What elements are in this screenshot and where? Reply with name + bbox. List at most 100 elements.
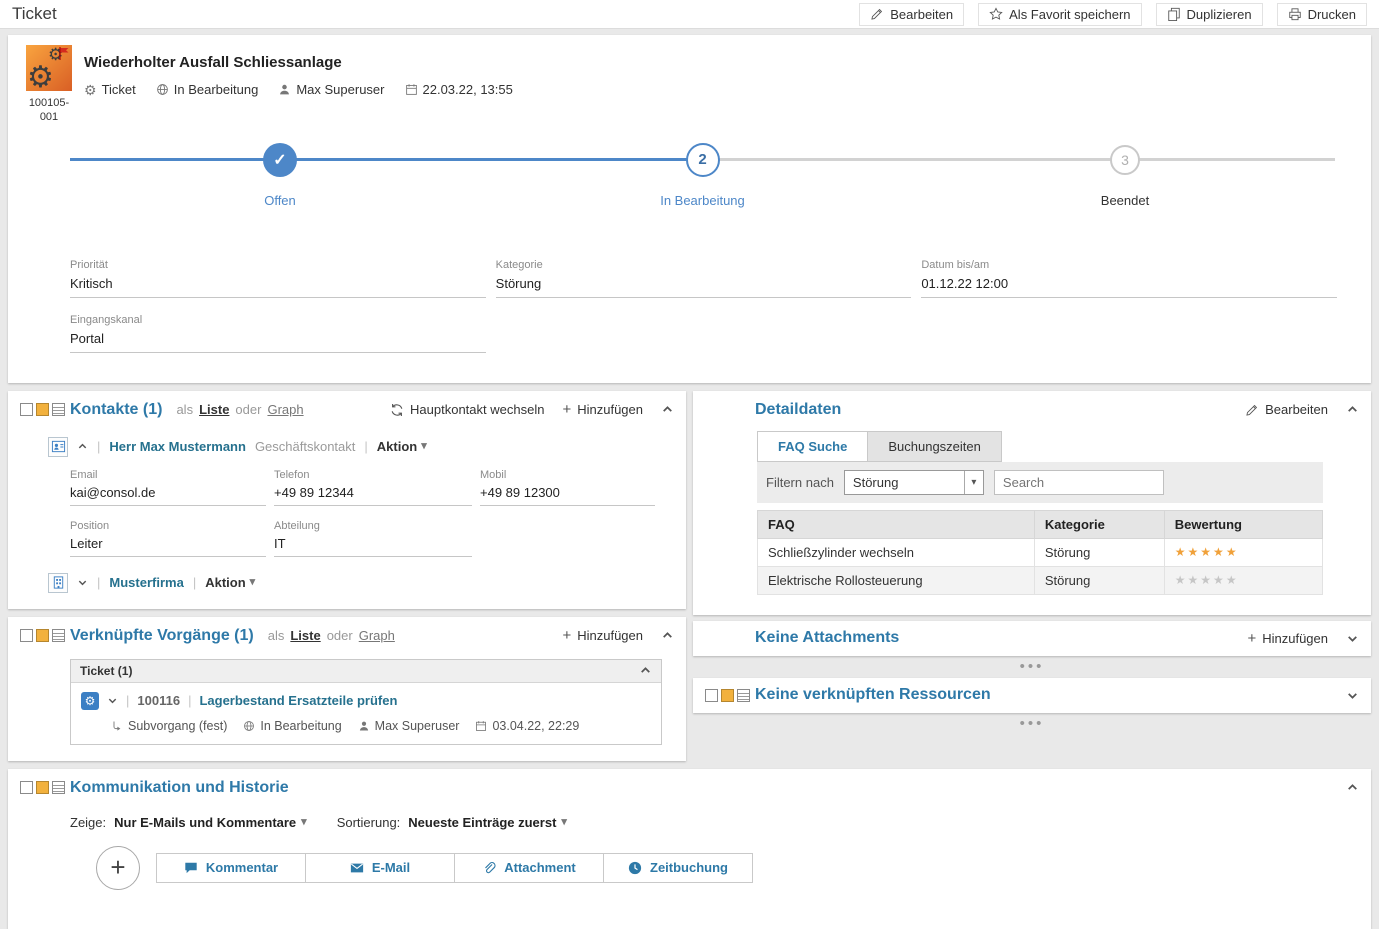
panel-icons	[20, 781, 70, 794]
add-contact-button[interactable]: + Hinzufügen	[562, 402, 643, 417]
view-list-link[interactable]: Liste	[199, 402, 229, 417]
show-label: Zeige:	[70, 815, 106, 830]
faq-row[interactable]: Schließzylinder wechseln Störung ★★★★★	[758, 538, 1323, 566]
filter-select-value: Störung	[853, 475, 899, 490]
show-filter-dropdown[interactable]: Nur E-Mails und Kommentare ▾	[114, 815, 307, 830]
collapse-linked-tickets-chevron[interactable]	[661, 629, 674, 642]
company-action-label: Aktion	[205, 575, 245, 590]
tab-faq-suche[interactable]: FAQ Suche	[757, 431, 868, 462]
or-label: oder	[235, 402, 261, 417]
chevron-up-icon	[1346, 403, 1359, 416]
person-icon	[358, 720, 370, 732]
edit-button-label: Bearbeiten	[890, 7, 953, 22]
communication-controls: Zeige: Nur E-Mails und Kommentare ▾ Sort…	[8, 807, 1371, 846]
expand-linked-ticket-chevron[interactable]	[107, 695, 118, 706]
chevron-up-icon	[661, 629, 674, 642]
faq-search-input[interactable]	[994, 470, 1164, 495]
as-label: als	[268, 628, 285, 643]
collapse-details-chevron[interactable]	[1346, 403, 1359, 416]
resize-handle[interactable]: •••	[693, 661, 1371, 673]
collapse-group-chevron[interactable]	[639, 664, 652, 677]
ticket-status-label: In Bearbeitung	[174, 82, 259, 97]
view-graph-link[interactable]: Graph	[359, 628, 395, 643]
chevron-up-icon	[661, 403, 674, 416]
faq-row[interactable]: Elektrische Rollosteuerung Störung ★★★★★	[758, 566, 1323, 594]
resources-card: Keine verknüpften Ressourcen	[693, 678, 1371, 713]
linked-relation: Subvorgang (fest)	[111, 719, 227, 733]
expand-resources-chevron[interactable]	[1346, 689, 1359, 702]
faq-column-header: FAQ	[758, 510, 1035, 538]
kategorie-cell: Störung	[1034, 566, 1164, 594]
sort-label: Sortierung:	[337, 815, 401, 830]
chevron-up-icon	[639, 664, 652, 677]
id-card-icon	[51, 439, 66, 454]
separator: |	[126, 693, 129, 708]
edit-details-button[interactable]: Bearbeiten	[1245, 402, 1328, 417]
plus-icon: +	[1247, 631, 1256, 646]
linked-assignee-label: Max Superuser	[375, 719, 460, 733]
linked-ticket-title-link[interactable]: Lagerbestand Ersatzteile prüfen	[199, 693, 397, 708]
linked-tickets-card: Verknüpfte Vorgänge (1) als Liste oder G…	[8, 617, 686, 761]
add-attachment-label: Hinzufügen	[1262, 631, 1328, 646]
step-circle-pending: 3	[1110, 145, 1140, 175]
contact-field-position: Position Leiter	[70, 520, 266, 557]
field-value: +49 89 12344	[274, 481, 472, 506]
view-list-link[interactable]: Liste	[290, 628, 320, 643]
view-graph-link[interactable]: Graph	[267, 402, 303, 417]
printer-icon	[1288, 7, 1302, 21]
faq-table-header-row: FAQ Kategorie Bewertung	[758, 510, 1323, 538]
linked-ticket-icon: ⚙	[81, 692, 99, 710]
rating-stars: ★★★★★	[1164, 566, 1322, 594]
field-label: Priorität	[70, 259, 486, 271]
filter-select[interactable]: Störung ▾	[844, 470, 984, 495]
field-kategorie: Kategorie Störung	[496, 259, 912, 298]
contact-action-menu[interactable]: Aktion ▾	[377, 439, 427, 454]
add-attachment-button[interactable]: + Hinzufügen	[1247, 631, 1328, 646]
show-filter-value: Nur E-Mails und Kommentare	[114, 815, 296, 830]
ticket-assignee: Max Superuser	[278, 82, 384, 97]
collapse-contact-chevron[interactable]	[77, 441, 88, 452]
favorite-button-label: Als Favorit speichern	[1009, 7, 1130, 22]
field-label: Mobil	[480, 469, 655, 481]
separator: |	[193, 575, 196, 590]
expand-company-chevron[interactable]	[77, 577, 88, 588]
print-button[interactable]: Drucken	[1277, 3, 1367, 26]
linked-date-label: 03.04.22, 22:29	[492, 719, 579, 733]
field-value: +49 89 12300	[480, 481, 655, 506]
collapse-contacts-chevron[interactable]	[661, 403, 674, 416]
field-value: IT	[274, 532, 472, 557]
workflow-stepper: ✓ Offen 2 In Bearbeitung 3 Beendet	[70, 143, 1335, 213]
favorite-button[interactable]: Als Favorit speichern	[978, 3, 1141, 26]
field-datum-bis-am: Datum bis/am 01.12.22 12:00	[921, 259, 1337, 298]
panel-icon	[52, 629, 65, 642]
resize-handle[interactable]: •••	[693, 718, 1371, 730]
sort-dropdown[interactable]: Neueste Einträge zuerst ▾	[408, 815, 567, 830]
linked-date: 03.04.22, 22:29	[475, 719, 579, 733]
switch-main-contact-button[interactable]: Hauptkontakt wechseln	[390, 402, 544, 417]
collapse-communication-chevron[interactable]	[1346, 781, 1359, 794]
contact-name-link[interactable]: Herr Max Mustermann	[109, 439, 246, 454]
ticket-id: 100105-001	[20, 96, 78, 125]
caret-down-icon: ▾	[421, 441, 427, 452]
add-linked-ticket-button[interactable]: + Hinzufügen	[562, 628, 643, 643]
company-row: | Musterfirma | Aktion ▾	[48, 573, 674, 593]
linked-ticket-row[interactable]: ⚙ | 100116 | Lagerbestand Ersatzteile pr…	[71, 683, 661, 744]
calendar-icon	[475, 720, 487, 732]
company-action-menu[interactable]: Aktion ▾	[205, 575, 255, 590]
edit-button[interactable]: Bearbeiten	[859, 3, 964, 26]
calendar-icon	[405, 83, 418, 96]
panel-icon	[737, 689, 750, 702]
tab-buchungszeiten[interactable]: Buchungszeiten	[867, 431, 1002, 462]
attachments-title: Keine Attachments	[755, 629, 899, 647]
expand-attachments-chevron[interactable]	[1346, 632, 1359, 645]
field-value: kai@consol.de	[70, 481, 266, 506]
caret-down-icon: ▾	[250, 577, 256, 588]
separator: |	[188, 693, 191, 708]
duplicate-button[interactable]: Duplizieren	[1156, 3, 1263, 26]
company-name-link[interactable]: Musterfirma	[109, 575, 183, 590]
contacts-card: Kontakte (1) als Liste oder Graph Hauptk…	[8, 391, 686, 609]
filter-label: Filtern nach	[766, 475, 834, 490]
step-number: 3	[1121, 152, 1129, 168]
contact-field-mobil: Mobil +49 89 12300	[480, 469, 655, 506]
field-prioritaet: Priorität Kritisch	[70, 259, 486, 298]
